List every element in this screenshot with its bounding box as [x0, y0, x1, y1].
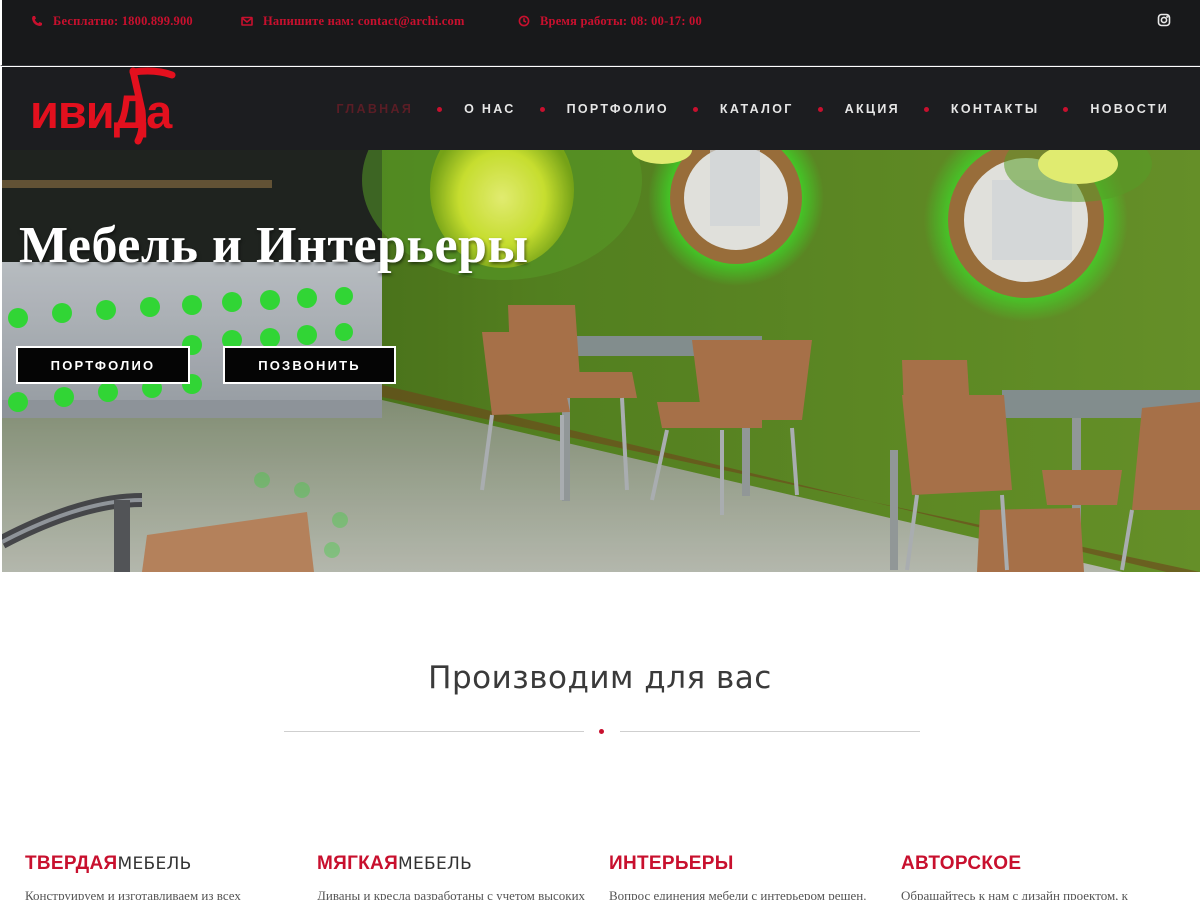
feature-soft-furniture: МЯГКАЯМЕБЕЛЬ Диваны и кресла разработаны…: [317, 853, 587, 900]
instagram-link[interactable]: [1157, 13, 1171, 27]
site-logo[interactable]: ивиДа: [30, 67, 244, 150]
phone-contact[interactable]: Бесплатно: 1800.899.900: [31, 13, 193, 29]
feature-title-strong: ИНТЕРЬЕРЫ: [609, 853, 734, 874]
nav-item-home[interactable]: ГЛАВНАЯ: [336, 102, 413, 116]
svg-text:ивиДа: ивиДа: [30, 85, 173, 138]
nav-item-portfolio[interactable]: ПОРТФОЛИО: [567, 102, 669, 116]
nav-item-about[interactable]: О НАС: [464, 102, 515, 116]
nav-separator: [539, 106, 545, 112]
nav-separator: [923, 106, 929, 112]
phone-text: Бесплатно: 1800.899.900: [53, 13, 193, 28]
hours-info: Время работы: 08: 00-17: 00: [518, 13, 702, 29]
nav-separator: [817, 106, 823, 112]
email-contact[interactable]: Напишите нам: contact@archi.com: [241, 13, 465, 29]
nav-separator: [692, 106, 698, 112]
feature-custom: АВТОРСКОЕ Обращайтесь к нам с дизайн про…: [901, 853, 1171, 900]
feature-hard-furniture: ТВЕРДАЯМЕБЕЛЬ Конструируем и изготавлива…: [25, 853, 295, 900]
feature-title-light: МЕБЕЛЬ: [117, 854, 192, 874]
instagram-icon: [1157, 13, 1171, 27]
feature-title-strong: ТВЕРДАЯ: [25, 853, 118, 874]
nav-item-news[interactable]: НОВОСТИ: [1090, 102, 1169, 116]
section-divider-dot: [599, 729, 604, 734]
top-bar: Бесплатно: 1800.899.900 Напишите нам: co…: [0, 0, 1200, 66]
email-text: Напишите нам: contact@archi.com: [263, 13, 465, 28]
hours-text: Время работы: 08: 00-17: 00: [540, 13, 702, 28]
feature-title-strong: АВТОРСКОЕ: [901, 853, 1022, 874]
nav-separator: [1063, 106, 1069, 112]
nav-item-promo[interactable]: АКЦИЯ: [845, 102, 900, 116]
section-title: Производим для вас: [428, 660, 772, 696]
hero-banner: Мебель и Интерьеры ПОРТФОЛИО ПОЗВОНИТЬ: [2, 150, 1200, 572]
feature-title[interactable]: ИНТЕРЬЕРЫ: [609, 853, 879, 875]
main-header: ивиДа ГЛАВНАЯ О НАС ПОРТФОЛИО КАТАЛОГ АК…: [0, 67, 1200, 150]
feature-interiors: ИНТЕРЬЕРЫ Вопрос единения мебели с интер…: [609, 853, 879, 900]
clock-icon: [518, 15, 530, 27]
feature-text: Диваны и кресла разработаны с учетом выс…: [317, 888, 586, 900]
feature-text: Конструируем и изготавливаем из всех: [25, 888, 241, 900]
nav-separator: [437, 106, 443, 112]
mail-icon: [241, 16, 253, 26]
section-divider-right: [620, 731, 920, 732]
feature-title-light: МЕБЕЛЬ: [398, 854, 473, 874]
phone-icon: [32, 16, 42, 26]
feature-text: Обращайтесь к нам с дизайн проектом, к: [901, 888, 1128, 900]
main-nav: ГЛАВНАЯ О НАС ПОРТФОЛИО КАТАЛОГ АКЦИЯ КО…: [336, 100, 1169, 118]
nav-item-catalog[interactable]: КАТАЛОГ: [720, 102, 794, 116]
feature-title[interactable]: ТВЕРДАЯМЕБЕЛЬ: [25, 853, 295, 875]
portfolio-button[interactable]: ПОРТФОЛИО: [16, 346, 190, 384]
nav-item-contacts[interactable]: КОНТАКТЫ: [951, 102, 1039, 116]
call-button[interactable]: ПОЗВОНИТЬ: [223, 346, 396, 384]
logo-graphic: ивиДа: [30, 67, 176, 145]
hero-title: Мебель и Интерьеры: [19, 217, 529, 274]
feature-title-strong: МЯГКАЯ: [317, 853, 399, 874]
feature-text: Вопрос единения мебели с интерьером реше…: [609, 888, 867, 900]
feature-title[interactable]: МЯГКАЯМЕБЕЛЬ: [317, 853, 587, 875]
feature-title[interactable]: АВТОРСКОЕ: [901, 853, 1171, 875]
section-divider-left: [284, 731, 584, 732]
